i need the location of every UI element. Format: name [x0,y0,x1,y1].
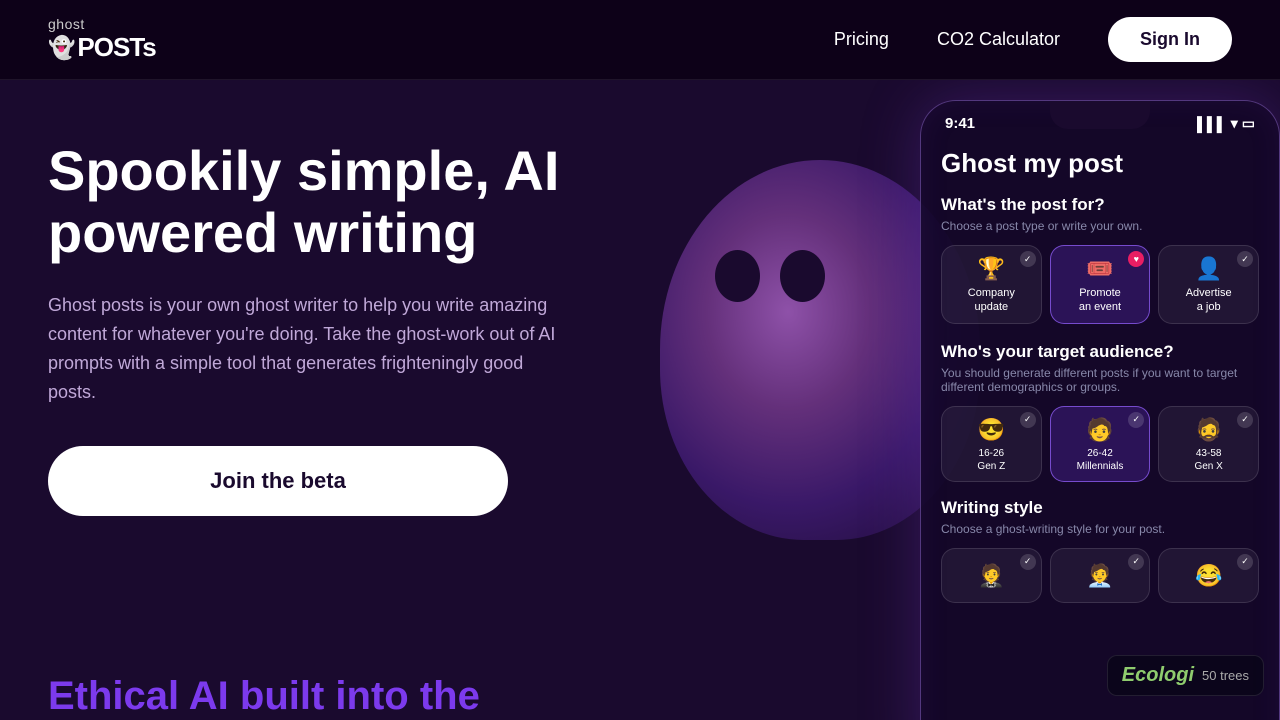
audience-gen-z[interactable]: ✓ 😎 16-26Gen Z [941,406,1042,482]
phone-time: 9:41 [945,115,975,132]
writing-business-check: ✓ [1128,554,1144,570]
writing-casual-emoji: 😂 [1195,563,1222,589]
writing-formal-emoji: 🤵 [978,563,1005,589]
millennials-check: ✓ [1128,412,1144,428]
advertise-job-check: ✓ [1237,251,1253,267]
millennials-label: 26-42Millennials [1057,447,1144,473]
promote-event-label: Promotean event [1057,286,1144,315]
phone-status-icons: ▌▌▌ ▾ ▭ [1197,115,1255,132]
hero-left: Spookily simple, AI powered writing Ghos… [0,80,620,720]
nav-co2-link[interactable]: CO2 Calculator [937,29,1060,50]
signin-button[interactable]: Sign In [1108,17,1232,62]
nav-pricing-link[interactable]: Pricing [834,29,889,50]
writing-style-section: Writing style Choose a ghost-writing sty… [941,498,1259,603]
writing-style-grid: ✓ 🤵 ✓ 🧑‍💼 ✓ 😂 [941,548,1259,603]
writing-style-desc: Choose a ghost-writing style for your po… [941,522,1259,536]
wifi-icon: ▾ [1231,115,1238,132]
company-update-check: ✓ [1020,251,1036,267]
writing-style-casual[interactable]: ✓ 😂 [1158,548,1259,603]
audience-millennials[interactable]: ✓ 🧑 26-42Millennials [1050,406,1151,482]
ecologi-badge[interactable]: Ecologi 50 trees [1107,655,1264,696]
logo-skull-icon: 👻 [48,35,75,61]
nav-links: Pricing CO2 Calculator Sign In [834,17,1232,62]
audience-grid: ✓ 😎 16-26Gen Z ✓ 🧑 26-42Millennials ✓ 🧔 … [941,406,1259,482]
phone-notch [1050,101,1150,129]
post-type-label: What's the post for? [941,195,1259,215]
post-type-advertise-job[interactable]: ✓ 👤 Advertisea job [1158,245,1259,324]
post-type-company-update[interactable]: ✓ 🏆 Companyupdate [941,245,1042,324]
advertise-job-label: Advertisea job [1165,286,1252,315]
writing-style-label: Writing style [941,498,1259,518]
ghost-eye-right [780,250,825,302]
phone-content: Ghost my post What's the post for? Choos… [921,138,1279,623]
phone-app-title: Ghost my post [941,148,1259,179]
hero-right: 9:41 ▌▌▌ ▾ ▭ Ghost my post What's the po… [620,80,1280,720]
logo[interactable]: ghost 👻 POSTs [48,16,156,63]
logo-posts-text: POSTs [77,32,155,63]
ecologi-brand: Ecologi [1122,664,1194,687]
phone-mockup: 9:41 ▌▌▌ ▾ ▭ Ghost my post What's the po… [920,100,1280,720]
writing-business-emoji: 🧑‍💼 [1086,563,1113,589]
company-update-label: Companyupdate [948,286,1035,315]
post-type-desc: Choose a post type or write your own. [941,219,1259,233]
navbar: ghost 👻 POSTs Pricing CO2 Calculator Sig… [0,0,1280,80]
writing-style-business[interactable]: ✓ 🧑‍💼 [1050,548,1151,603]
post-type-grid: ✓ 🏆 Companyupdate ♥ 🎟️ Promotean event ✓… [941,245,1259,324]
gen-x-check: ✓ [1237,412,1253,428]
gen-x-label: 43-58Gen X [1165,447,1252,473]
logo-ghost-text: ghost [48,16,85,32]
main-content: Spookily simple, AI powered writing Ghos… [0,80,1280,720]
join-beta-button[interactable]: Join the beta [48,446,508,516]
gen-z-check: ✓ [1020,412,1036,428]
ghost-eye-left [715,250,760,302]
audience-label: Who's your target audience? [941,342,1259,362]
hero-bottom-text: Ethical AI built into the [48,672,480,720]
audience-gen-x[interactable]: ✓ 🧔 43-58Gen X [1158,406,1259,482]
signal-icon: ▌▌▌ [1197,116,1227,132]
ghost-eyes [715,250,825,302]
ecologi-tree-count: 50 trees [1202,668,1249,683]
writing-formal-check: ✓ [1020,554,1036,570]
battery-icon: ▭ [1242,115,1255,132]
hero-title: Spookily simple, AI powered writing [48,140,572,263]
writing-casual-check: ✓ [1237,554,1253,570]
hero-description: Ghost posts is your own ghost writer to … [48,291,568,406]
post-type-promote-event[interactable]: ♥ 🎟️ Promotean event [1050,245,1151,324]
writing-style-formal[interactable]: ✓ 🤵 [941,548,1042,603]
audience-desc: You should generate different posts if y… [941,366,1259,394]
gen-z-label: 16-26Gen Z [948,447,1035,473]
